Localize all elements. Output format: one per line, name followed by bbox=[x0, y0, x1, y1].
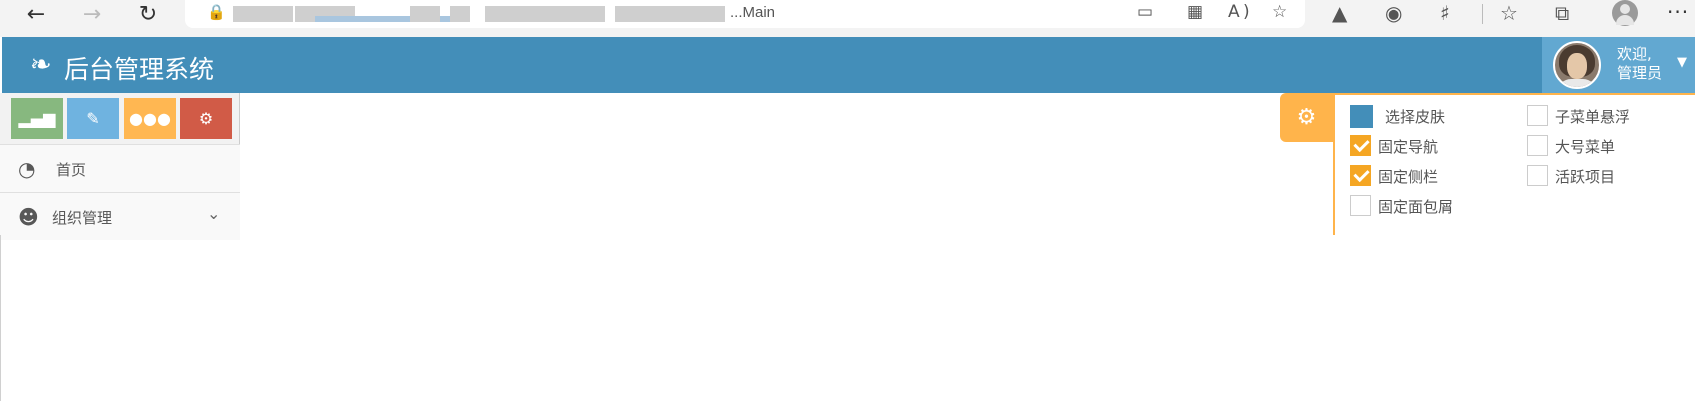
extension-icon[interactable]: ◉ bbox=[1385, 1, 1402, 25]
skin-label: 选择皮肤 bbox=[1385, 108, 1446, 126]
option-label: 固定侧栏 bbox=[1378, 168, 1439, 186]
sidebar: ▂▄▆ ✎ ●●● ⚙ ◔ 首页 ☻ 组织管理 ⌄ bbox=[0, 93, 240, 240]
large-menu-checkbox[interactable] bbox=[1527, 135, 1548, 156]
avatar[interactable] bbox=[1553, 41, 1601, 89]
user-menu[interactable]: 欢迎, 管理员 ▼ bbox=[1542, 37, 1695, 93]
app-header: ❧ 后台管理系统 欢迎, 管理员 ▼ bbox=[2, 37, 1695, 93]
lock-icon[interactable]: 🔒 bbox=[207, 3, 226, 21]
sidebar-item-home[interactable]: ◔ 首页 bbox=[0, 144, 240, 192]
profile-icon[interactable] bbox=[1612, 0, 1638, 26]
page-border bbox=[0, 235, 1, 401]
skin-color-swatch[interactable] bbox=[1350, 105, 1373, 128]
welcome-text: 欢迎, 管理员 bbox=[1617, 45, 1662, 83]
users-icon: ☻ bbox=[18, 205, 39, 229]
toolbar-divider bbox=[1482, 4, 1483, 24]
profile-head bbox=[1620, 4, 1630, 14]
browser-toolbar: ← → ↻ 🔒 ...Main ▭ ▦ A ) ☆ ▲ ◉ ♯ ☆ ⧉ ··· bbox=[0, 0, 1695, 37]
extension-icon[interactable]: ▲ bbox=[1332, 1, 1347, 25]
sidebar-item-organization[interactable]: ☻ 组织管理 ⌄ bbox=[0, 192, 240, 240]
option-label: 活跃项目 bbox=[1555, 168, 1616, 186]
shortcut-signal-button[interactable]: ▂▄▆ bbox=[11, 98, 63, 139]
hover-submenu-checkbox[interactable] bbox=[1527, 105, 1548, 126]
shortcut-pencil-button[interactable]: ✎ bbox=[67, 98, 119, 139]
read-aloud-icon[interactable]: A ) bbox=[1228, 2, 1250, 22]
url-redacted bbox=[315, 16, 465, 22]
url-redacted bbox=[485, 6, 605, 22]
leaf-icon: ❧ bbox=[30, 50, 52, 80]
welcome-line: 欢迎, bbox=[1617, 45, 1652, 63]
device-icon[interactable]: ▭ bbox=[1137, 2, 1153, 22]
puzzle-icon[interactable]: ♯ bbox=[1440, 1, 1450, 25]
apps-icon[interactable]: ▦ bbox=[1187, 2, 1203, 22]
option-label: 子菜单悬浮 bbox=[1555, 108, 1631, 126]
url-redacted bbox=[450, 6, 470, 22]
shortcut-users-button[interactable]: ●●● bbox=[124, 98, 176, 139]
chevron-down-icon[interactable]: ⌄ bbox=[207, 204, 220, 223]
collections-icon[interactable]: ⧉ bbox=[1555, 1, 1569, 25]
fixed-breadcrumbs-checkbox[interactable] bbox=[1350, 195, 1371, 216]
fixed-sidebar-checkbox[interactable] bbox=[1350, 165, 1371, 186]
avatar-shirt bbox=[1557, 79, 1597, 87]
gear-icon: ⚙ bbox=[1296, 105, 1317, 130]
option-label: 大号菜单 bbox=[1555, 138, 1616, 156]
cogs-icon: ⚙ bbox=[198, 109, 214, 128]
url-redacted bbox=[615, 6, 725, 22]
profile-body bbox=[1616, 15, 1634, 25]
fixed-navbar-checkbox[interactable] bbox=[1350, 135, 1371, 156]
username: 管理员 bbox=[1617, 64, 1663, 82]
shortcut-cogs-button[interactable]: ⚙ bbox=[180, 98, 232, 139]
url-redacted bbox=[410, 6, 440, 22]
sidebar-item-label: 首页 bbox=[56, 161, 87, 179]
refresh-icon[interactable]: ↻ bbox=[130, 0, 166, 28]
pencil-icon: ✎ bbox=[86, 109, 100, 128]
highlight-active-checkbox[interactable] bbox=[1527, 165, 1548, 186]
forward-arrow-icon[interactable]: → bbox=[74, 0, 110, 28]
settings-toggle-button[interactable]: ⚙ bbox=[1280, 93, 1333, 142]
favorite-add-icon[interactable]: ☆ bbox=[1272, 2, 1287, 22]
option-label: 固定面包屑 bbox=[1378, 198, 1454, 216]
option-label: 固定导航 bbox=[1378, 138, 1439, 156]
app-title[interactable]: 后台管理系统 bbox=[64, 50, 214, 86]
url-redacted bbox=[233, 6, 293, 22]
more-icon[interactable]: ··· bbox=[1667, 0, 1689, 24]
dashboard-icon: ◔ bbox=[18, 157, 36, 181]
settings-panel: 选择皮肤 固定导航 固定侧栏 固定面包屑 子菜单悬浮 大号菜单 活跃项目 bbox=[1333, 93, 1695, 235]
caret-down-icon[interactable]: ▼ bbox=[1677, 55, 1687, 70]
avatar-face bbox=[1567, 53, 1587, 79]
signal-icon: ▂▄▆ bbox=[18, 109, 56, 128]
url-text: ...Main bbox=[730, 4, 776, 21]
favorites-icon[interactable]: ☆ bbox=[1500, 1, 1518, 25]
address-bar[interactable]: 🔒 ...Main ▭ ▦ A ) ☆ bbox=[185, 0, 1305, 28]
sidebar-item-label: 组织管理 bbox=[52, 209, 113, 227]
back-arrow-icon[interactable]: ← bbox=[18, 0, 54, 28]
users-icon: ●●● bbox=[129, 109, 171, 128]
